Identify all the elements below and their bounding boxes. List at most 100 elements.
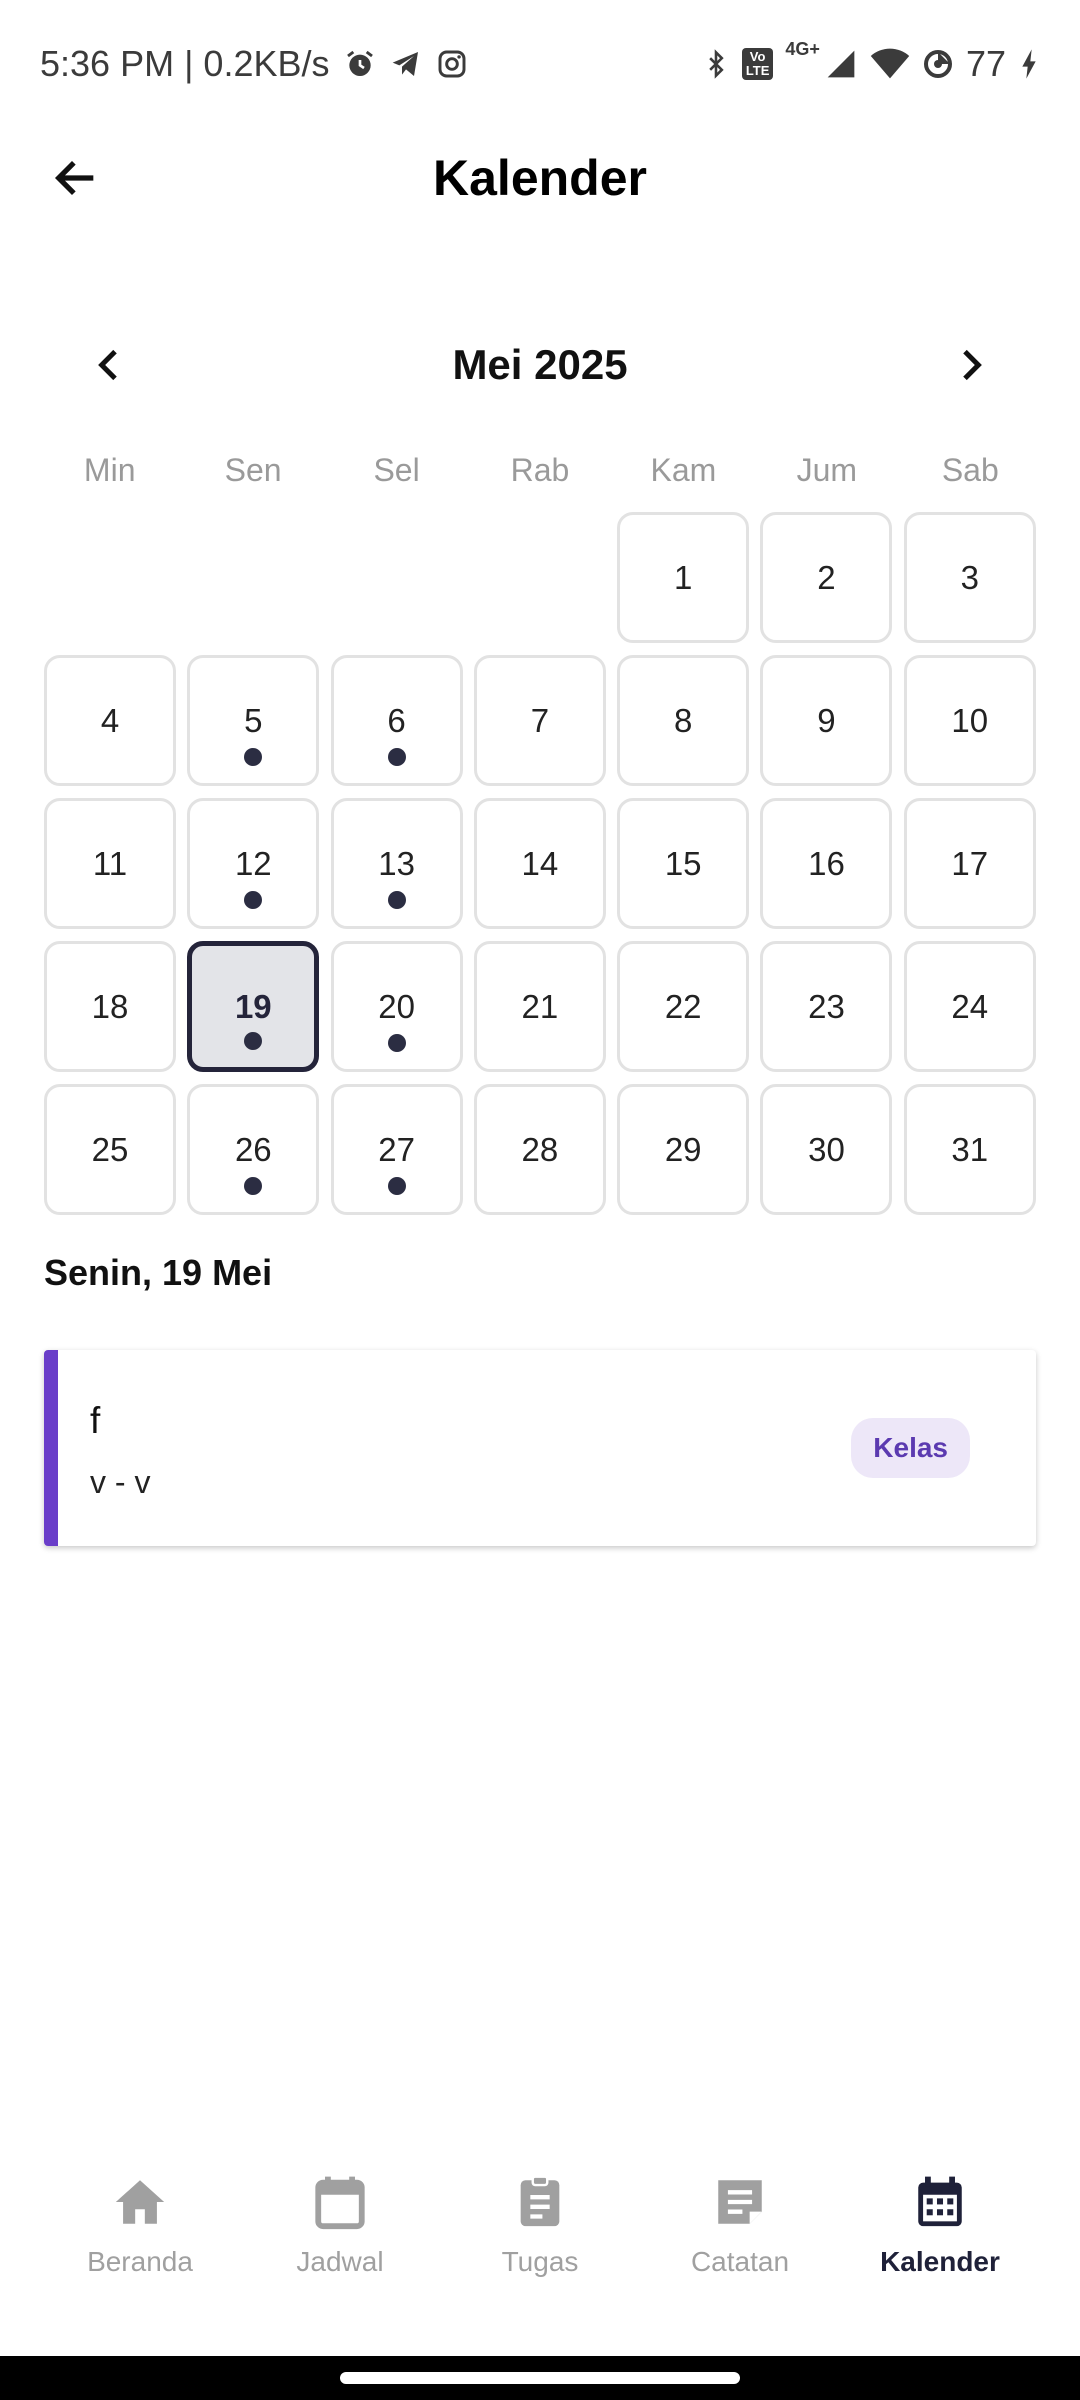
status-left: 5:36 PM | 0.2KB/s [40, 43, 468, 85]
day-number: 1 [674, 558, 693, 596]
day-number: 28 [521, 1130, 559, 1168]
day-number: 23 [808, 987, 845, 1025]
nav-label: Beranda [87, 2246, 193, 2277]
day-cell[interactable]: 20 [330, 941, 463, 1072]
day-cell[interactable]: 12 [187, 798, 320, 929]
nav-item-catatan[interactable]: Catatan [650, 2170, 830, 2278]
day-cell[interactable]: 23 [760, 941, 893, 1072]
day-cell[interactable]: 28 [473, 1084, 606, 1215]
day-cell[interactable]: 1 [617, 512, 750, 643]
day-number: 20 [378, 987, 415, 1025]
alarm-icon [344, 48, 376, 80]
status-time: 5:36 PM | 0.2KB/s [40, 43, 330, 84]
day-cell[interactable]: 8 [617, 655, 750, 786]
day-number: 22 [664, 987, 702, 1025]
day-cell[interactable]: 10 [903, 655, 1036, 786]
day-cell[interactable]: 25 [44, 1084, 176, 1215]
day-cell[interactable]: 2 [760, 512, 893, 643]
next-month-button[interactable] [940, 335, 1000, 395]
day-cell[interactable]: 11 [44, 798, 176, 929]
back-button[interactable] [46, 148, 106, 208]
event-type-badge: Kelas [851, 1418, 970, 1478]
day-number: 7 [530, 701, 550, 739]
bluetooth-icon [702, 48, 730, 80]
day-cell[interactable]: 9 [760, 655, 893, 786]
home-gesture-handle[interactable] [340, 2372, 740, 2384]
nav-label: Kalender [880, 2246, 1000, 2277]
chevron-right-icon [963, 349, 982, 381]
wifi-icon [870, 48, 910, 80]
nav-item-kalender[interactable]: Kalender [850, 2170, 1030, 2278]
day-cell[interactable]: 6 [330, 655, 463, 786]
weekday-label: Sen [224, 452, 282, 488]
day-cell[interactable]: 16 [760, 798, 893, 929]
day-number: 12 [234, 844, 272, 882]
nav-label: Tugas [501, 2246, 579, 2277]
day-number: 24 [951, 987, 989, 1025]
note-icon [708, 2170, 772, 2234]
month-header: Mei 2025 [80, 320, 1000, 410]
day-cell[interactable]: 7 [473, 655, 606, 786]
instagram-icon [436, 48, 468, 80]
event-indicator-dot [387, 1034, 406, 1052]
event-indicator-dot [387, 1177, 406, 1195]
page-title: Kalender [433, 150, 647, 206]
nav-label: Catatan [690, 2246, 790, 2277]
day-cell[interactable]: 21 [473, 941, 606, 1072]
event-indicator-dot [244, 1177, 263, 1195]
event-card[interactable]: f v - v Kelas [44, 1350, 1036, 1546]
day-cell[interactable]: 17 [903, 798, 1036, 929]
bottom-nav: Beranda Jadwal Tugas Catatan Kalender [0, 2170, 1080, 2320]
prev-month-button[interactable] [80, 335, 140, 395]
weekday-label: Kam [650, 452, 717, 488]
day-cell[interactable]: 24 [903, 941, 1036, 1072]
month-title: Mei 2025 [452, 341, 628, 388]
event-indicator-dot [387, 748, 406, 766]
calendar-blank-icon [308, 2170, 372, 2234]
day-number: 6 [387, 701, 406, 739]
selected-date-label: Senin, 19 Mei [44, 1252, 273, 1293]
day-cell[interactable]: 31 [903, 1084, 1036, 1215]
day-number: 15 [664, 844, 702, 882]
data-saver-icon [922, 48, 954, 80]
day-cell-selected[interactable]: 19 [187, 941, 320, 1072]
home-icon [108, 2170, 172, 2234]
day-cell[interactable]: 5 [187, 655, 320, 786]
weekday-label: Sab [941, 452, 999, 488]
day-number: 2 [817, 558, 836, 596]
day-cell[interactable]: 13 [330, 798, 463, 929]
app-bar: Kalender [0, 128, 1080, 228]
day-number: 9 [817, 701, 836, 739]
day-number: 16 [808, 844, 845, 882]
nav-item-jadwal[interactable]: Jadwal [250, 2170, 430, 2278]
weekday-label: Min [83, 452, 136, 488]
event-time: v - v [90, 1464, 151, 1500]
calendar-month-icon [908, 2170, 972, 2234]
screen: 5:36 PM | 0.2KB/s Vo LTE 4G+ 77 Kalender… [0, 0, 1080, 2400]
empty-cell [331, 512, 463, 643]
nav-item-beranda[interactable]: Beranda [50, 2170, 230, 2278]
day-cell[interactable]: 4 [44, 655, 176, 786]
day-number: 25 [91, 1130, 129, 1168]
nav-label: Jadwal [296, 2246, 384, 2277]
day-cell[interactable]: 3 [903, 512, 1036, 643]
status-bar: 5:36 PM | 0.2KB/s Vo LTE 4G+ 77 [0, 0, 1080, 128]
day-cell[interactable]: 15 [617, 798, 750, 929]
day-number: 30 [808, 1130, 845, 1168]
weekday-label: Rab [510, 452, 570, 488]
day-cell[interactable]: 27 [330, 1084, 463, 1215]
day-number: 27 [378, 1130, 415, 1168]
day-cell[interactable]: 26 [187, 1084, 320, 1215]
day-cell[interactable]: 18 [44, 941, 176, 1072]
day-cell[interactable]: 22 [617, 941, 750, 1072]
day-cell[interactable]: 14 [473, 798, 606, 929]
day-cell[interactable]: 29 [617, 1084, 750, 1215]
day-cell[interactable]: 30 [760, 1084, 893, 1215]
weekday-label: Sel [373, 452, 420, 488]
nav-item-tugas[interactable]: Tugas [450, 2170, 630, 2278]
volte-line2: LTE [745, 63, 770, 78]
charging-icon [1018, 48, 1040, 80]
event-indicator-dot [387, 891, 406, 909]
gesture-bar [0, 2356, 1080, 2400]
cell-signal-icon [824, 48, 858, 80]
